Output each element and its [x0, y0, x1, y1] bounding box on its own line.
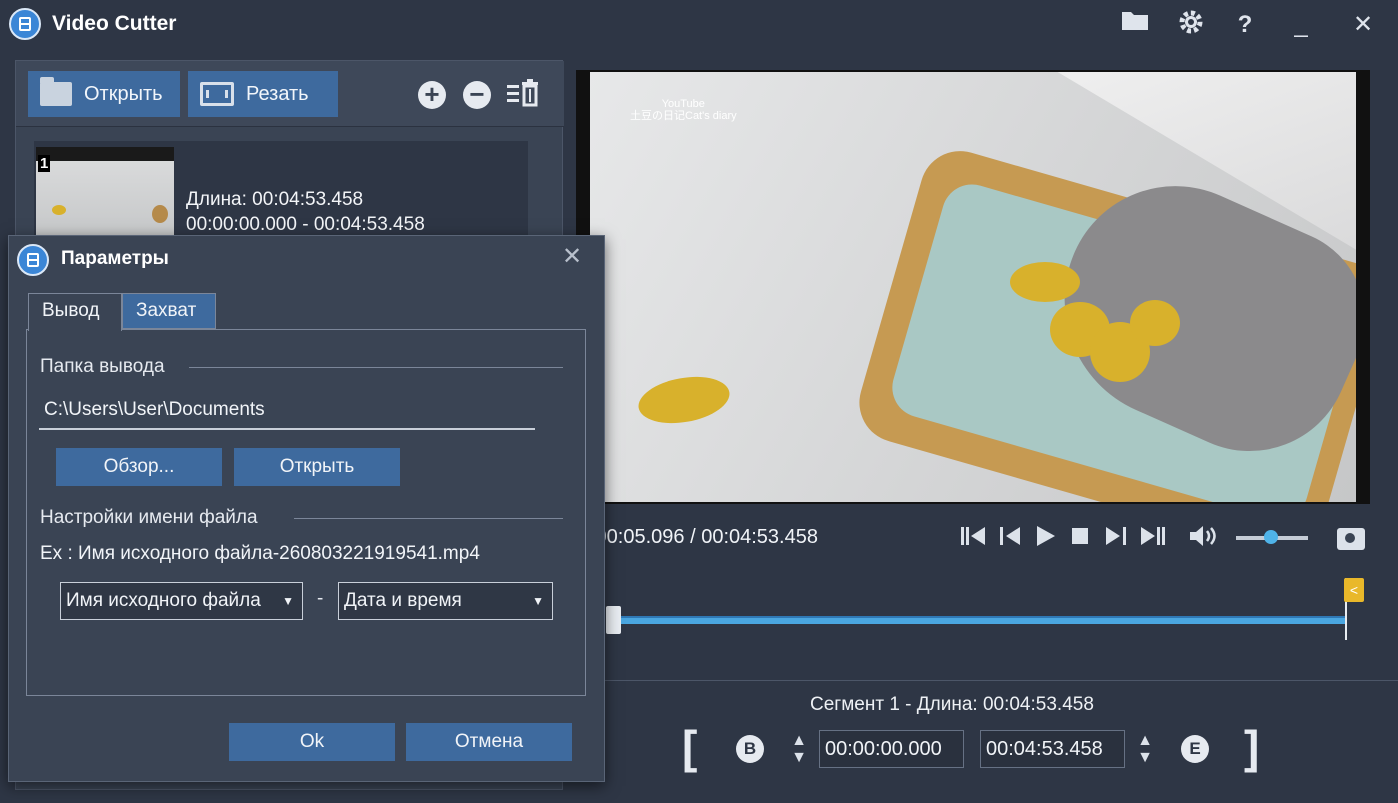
- close-icon[interactable]: ✕: [1346, 8, 1380, 42]
- end-time-field[interactable]: 00:04:53.458: [980, 730, 1125, 768]
- add-icon[interactable]: +: [418, 81, 446, 109]
- next-frame-icon[interactable]: [1102, 524, 1130, 552]
- section-divider: [189, 367, 563, 368]
- tab-output[interactable]: Вывод: [28, 293, 122, 331]
- file-toolbar: Открыть Резать + −: [16, 61, 564, 127]
- section-divider: [294, 518, 563, 519]
- item-number: 1: [38, 155, 51, 172]
- video-preview[interactable]: YouTube 土豆の日记Cat's diary: [576, 70, 1370, 504]
- segment-label: Сегмент 1 - Длина: 00:04:53.458: [810, 694, 1094, 715]
- dialog-title: Параметры: [61, 248, 169, 269]
- filename-example: Ex : Имя исходного файла-260803221919541…: [40, 543, 480, 564]
- output-folder-label: Папка вывода: [40, 356, 165, 377]
- item-range: 00:00:00.000 - 00:04:53.458: [186, 214, 425, 235]
- video-thumbnail: 1: [36, 147, 174, 239]
- ok-button[interactable]: Ok: [229, 723, 395, 761]
- name-separator: -: [317, 588, 324, 609]
- dialog-close-icon[interactable]: ✕: [559, 244, 585, 270]
- volume-icon[interactable]: [1188, 524, 1218, 552]
- cut-button[interactable]: Резать: [188, 71, 338, 117]
- timeline-playhead[interactable]: [606, 606, 621, 634]
- previous-segment-icon[interactable]: [958, 524, 988, 552]
- name-part2-value: Дата и время: [344, 590, 462, 611]
- set-start-bracket-icon[interactable]: [: [682, 722, 697, 772]
- tab-capture[interactable]: Захват: [122, 293, 216, 329]
- gear-icon[interactable]: [1174, 8, 1208, 42]
- timeline-track[interactable]: [612, 616, 1346, 624]
- open-file-label: Открыть: [84, 82, 163, 105]
- name-part2-select[interactable]: Дата и время ▼: [338, 582, 553, 620]
- parameters-dialog: Параметры ✕ Вывод Захват Папка вывода C:…: [8, 235, 605, 782]
- set-end-bracket-icon[interactable]: ]: [1244, 722, 1259, 772]
- open-folder-button[interactable]: Открыть: [234, 448, 400, 486]
- video-frame-image: YouTube 土豆の日记Cat's diary: [590, 72, 1356, 502]
- browse-button[interactable]: Обзор...: [56, 448, 222, 486]
- list-item[interactable]: 1 Длина: 00:04:53.458 00:00:00.000 - 00:…: [34, 141, 528, 241]
- minimize-icon[interactable]: _: [1284, 8, 1318, 42]
- end-marker-icon[interactable]: E: [1181, 735, 1209, 763]
- folder-icon: [40, 77, 72, 106]
- folder-icon[interactable]: [1118, 8, 1152, 42]
- cancel-button[interactable]: Отмена: [406, 723, 572, 761]
- chevron-down-icon: ▼: [532, 594, 544, 608]
- video-watermark: YouTube 土豆の日记Cat's diary: [630, 98, 737, 122]
- end-time-stepper[interactable]: ▲ ▼: [1134, 732, 1156, 768]
- playback-timecode: :00:05.096 / 00:04:53.458: [590, 526, 818, 548]
- filename-settings-label: Настройки имени файла: [40, 507, 258, 528]
- start-time-stepper[interactable]: ▲ ▼: [788, 732, 810, 768]
- app-title: Video Cutter: [52, 12, 177, 35]
- open-file-button[interactable]: Открыть: [28, 71, 180, 117]
- next-segment-icon[interactable]: [1138, 524, 1168, 552]
- output-folder-path-field[interactable]: C:\Users\User\Documents: [39, 390, 535, 430]
- name-part1-select[interactable]: Имя исходного файла ▼: [60, 582, 303, 620]
- remove-icon[interactable]: −: [463, 81, 491, 109]
- clear-list-icon[interactable]: [506, 79, 550, 109]
- stop-icon[interactable]: [1068, 524, 1092, 552]
- volume-slider-handle[interactable]: [1264, 530, 1278, 544]
- chevron-down-icon: ▼: [282, 594, 294, 608]
- help-icon[interactable]: ?: [1228, 8, 1262, 42]
- snapshot-camera-icon[interactable]: [1337, 528, 1365, 550]
- dialog-logo-icon: [17, 244, 49, 276]
- app-logo-icon: [9, 8, 41, 40]
- start-time-field[interactable]: 00:00:00.000: [819, 730, 964, 768]
- begin-marker-icon[interactable]: B: [736, 735, 764, 763]
- item-duration: Длина: 00:04:53.458: [186, 189, 364, 210]
- segment-end-marker[interactable]: <: [1344, 578, 1364, 602]
- name-part1-value: Имя исходного файла: [66, 590, 261, 611]
- previous-frame-icon[interactable]: [996, 524, 1024, 552]
- play-icon[interactable]: [1032, 524, 1058, 552]
- cut-label: Резать: [246, 82, 309, 105]
- film-strip-icon: [200, 82, 234, 106]
- title-bar: Video Cutter ? _ ✕: [0, 0, 1398, 50]
